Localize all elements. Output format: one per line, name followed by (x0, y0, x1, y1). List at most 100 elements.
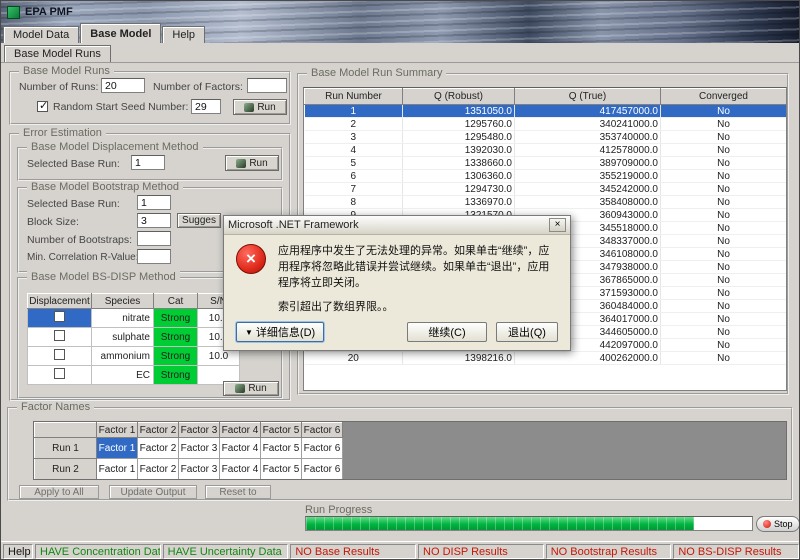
converged-cell: No (661, 235, 787, 248)
factor-name-cell[interactable]: Factor 6 (302, 438, 343, 459)
bs-disp-column-header: Cat (154, 294, 198, 309)
run-icon (244, 103, 254, 112)
details-button-label: 详细信息(D) (256, 324, 315, 340)
q-true-cell: 412578000.0 (515, 144, 661, 157)
dialog-message: 应用程序中发生了无法处理的异常。如果单击“继续”，应用程序将忽略此错误并尝试继续… (278, 244, 558, 292)
group-title-displacement: Base Model Displacement Method (27, 141, 203, 153)
boot-selected-base-run-input[interactable] (137, 195, 171, 210)
tab-base-model-runs[interactable]: Base Model Runs (4, 45, 111, 62)
displacement-cell[interactable] (28, 366, 92, 385)
min-correlation-input[interactable] (137, 249, 171, 264)
update-output-button[interactable]: Update Output (109, 485, 197, 499)
reset-to-button[interactable]: Reset to (205, 485, 271, 499)
converged-cell: No (661, 352, 787, 365)
stop-button[interactable]: Stop (756, 516, 800, 532)
displacement-checkbox[interactable] (54, 311, 65, 322)
q-robust-cell: 1295480.0 (403, 131, 515, 144)
dialog-buttons: ▼ 详细信息(D) 继续(C) 退出(Q) (236, 322, 558, 342)
number-of-bootstraps-input[interactable] (137, 231, 171, 246)
block-size-label: Block Size: (27, 216, 79, 228)
status-no-disp-results: NO DISP Results (418, 544, 544, 559)
factor-name-cell[interactable]: Factor 1 (97, 459, 138, 480)
suggest-button[interactable]: Sugges (177, 213, 221, 228)
converged-cell: No (661, 300, 787, 313)
disp-selected-base-run-input[interactable] (131, 155, 165, 170)
group-title-factor-names: Factor Names (17, 401, 94, 413)
factor-column-header: Factor 6 (302, 423, 343, 438)
dialog-close-icon[interactable]: × (549, 218, 566, 232)
species-cell: ammonium (92, 347, 154, 366)
bs-disp-row[interactable]: nitrateStrong10.0 (28, 309, 240, 328)
min-correlation-label: Min. Correlation R-Value: (27, 252, 139, 263)
app-icon (7, 6, 20, 19)
main-tabstrip: Model DataBase ModelHelp (1, 23, 799, 43)
factor-name-cell[interactable]: Factor 5 (261, 438, 302, 459)
factor-name-cell[interactable]: Factor 4 (220, 438, 261, 459)
bs-disp-row[interactable]: ammoniumStrong10.0 (28, 347, 240, 366)
summary-row[interactable]: 61306360.0355219000.0No (305, 170, 787, 183)
factor-name-cell[interactable]: Factor 3 (179, 459, 220, 480)
converged-cell: No (661, 105, 787, 118)
displacement-checkbox[interactable] (54, 330, 65, 341)
stop-icon (763, 520, 771, 528)
apply-to-all-button[interactable]: Apply to All (19, 485, 99, 499)
species-cell: EC (92, 366, 154, 385)
q-true-cell: 358408000.0 (515, 196, 661, 209)
category-cell: Strong (154, 347, 198, 366)
factor-name-cell[interactable]: Factor 2 (138, 438, 179, 459)
block-size-input[interactable] (137, 213, 171, 228)
factor-row-header[interactable]: Run 2 (35, 459, 97, 480)
tab-help[interactable]: Help (162, 26, 205, 43)
displacement-cell[interactable] (28, 328, 92, 347)
number-of-factors-input[interactable] (247, 78, 287, 93)
factor-row: Run 1Factor 1Factor 2Factor 3Factor 4Fac… (35, 438, 343, 459)
summary-row[interactable]: 71294730.0345242000.0No (305, 183, 787, 196)
details-button[interactable]: ▼ 详细信息(D) (236, 322, 324, 342)
factor-name-cell[interactable]: Factor 5 (261, 459, 302, 480)
disp-run-button[interactable]: Run (225, 155, 279, 171)
summary-column-header: Run Number (305, 89, 403, 105)
summary-row[interactable]: 11351050.0417457000.0No (305, 105, 787, 118)
quit-button[interactable]: 退出(Q) (496, 322, 558, 342)
factor-name-cell[interactable]: Factor 6 (302, 459, 343, 480)
summary-row[interactable]: 81336970.0358408000.0No (305, 196, 787, 209)
bs-disp-row[interactable]: sulphateStrong10.0 (28, 328, 240, 347)
run-number-cell: 3 (305, 131, 403, 144)
factor-row-header[interactable]: Run 1 (35, 438, 97, 459)
dialog-text: 应用程序中发生了无法处理的异常。如果单击“继续”，应用程序将忽略此错误并尝试继续… (278, 244, 558, 316)
summary-row[interactable]: 201398216.0400262000.0No (305, 352, 787, 365)
summary-row[interactable]: 41392030.0412578000.0No (305, 144, 787, 157)
species-cell: nitrate (92, 309, 154, 328)
converged-cell: No (661, 196, 787, 209)
summary-column-header: Converged (661, 89, 787, 105)
random-seed-checkbox[interactable] (37, 101, 48, 112)
run-icon (235, 384, 245, 393)
summary-row[interactable]: 51338660.0389709000.0No (305, 157, 787, 170)
factor-name-cell[interactable]: Factor 3 (179, 438, 220, 459)
tab-base-model[interactable]: Base Model (80, 23, 161, 43)
tab-model-data[interactable]: Model Data (3, 26, 79, 43)
number-of-runs-input[interactable] (101, 78, 145, 93)
displacement-cell[interactable] (28, 347, 92, 366)
summary-row[interactable]: 21295760.0340241000.0No (305, 118, 787, 131)
factor-name-cell[interactable]: Factor 1 (97, 438, 138, 459)
q-robust-cell: 1295760.0 (403, 118, 515, 131)
bs-disp-table: DisplacementSpeciesCatS/N nitrateStrong1… (27, 293, 240, 385)
continue-button[interactable]: 继续(C) (407, 322, 487, 342)
factor-name-cell[interactable]: Factor 2 (138, 459, 179, 480)
q-robust-cell: 1392030.0 (403, 144, 515, 157)
q-robust-cell: 1398216.0 (403, 352, 515, 365)
summary-column-header: Q (True) (515, 89, 661, 105)
bs-disp-run-button[interactable]: Run (223, 381, 279, 396)
status-bar: HelpHAVE Concentration DataHAVE Uncertai… (1, 541, 800, 560)
run-number-cell: 2 (305, 118, 403, 131)
summary-row[interactable]: 31295480.0353740000.0No (305, 131, 787, 144)
displacement-checkbox[interactable] (54, 368, 65, 379)
factor-name-cell[interactable]: Factor 4 (220, 459, 261, 480)
converged-cell: No (661, 170, 787, 183)
random-seed-input[interactable] (191, 99, 221, 114)
base-run-button[interactable]: Run (233, 99, 287, 115)
displacement-cell[interactable] (28, 309, 92, 328)
displacement-checkbox[interactable] (54, 349, 65, 360)
bs-disp-row[interactable]: ECStrong (28, 366, 240, 385)
